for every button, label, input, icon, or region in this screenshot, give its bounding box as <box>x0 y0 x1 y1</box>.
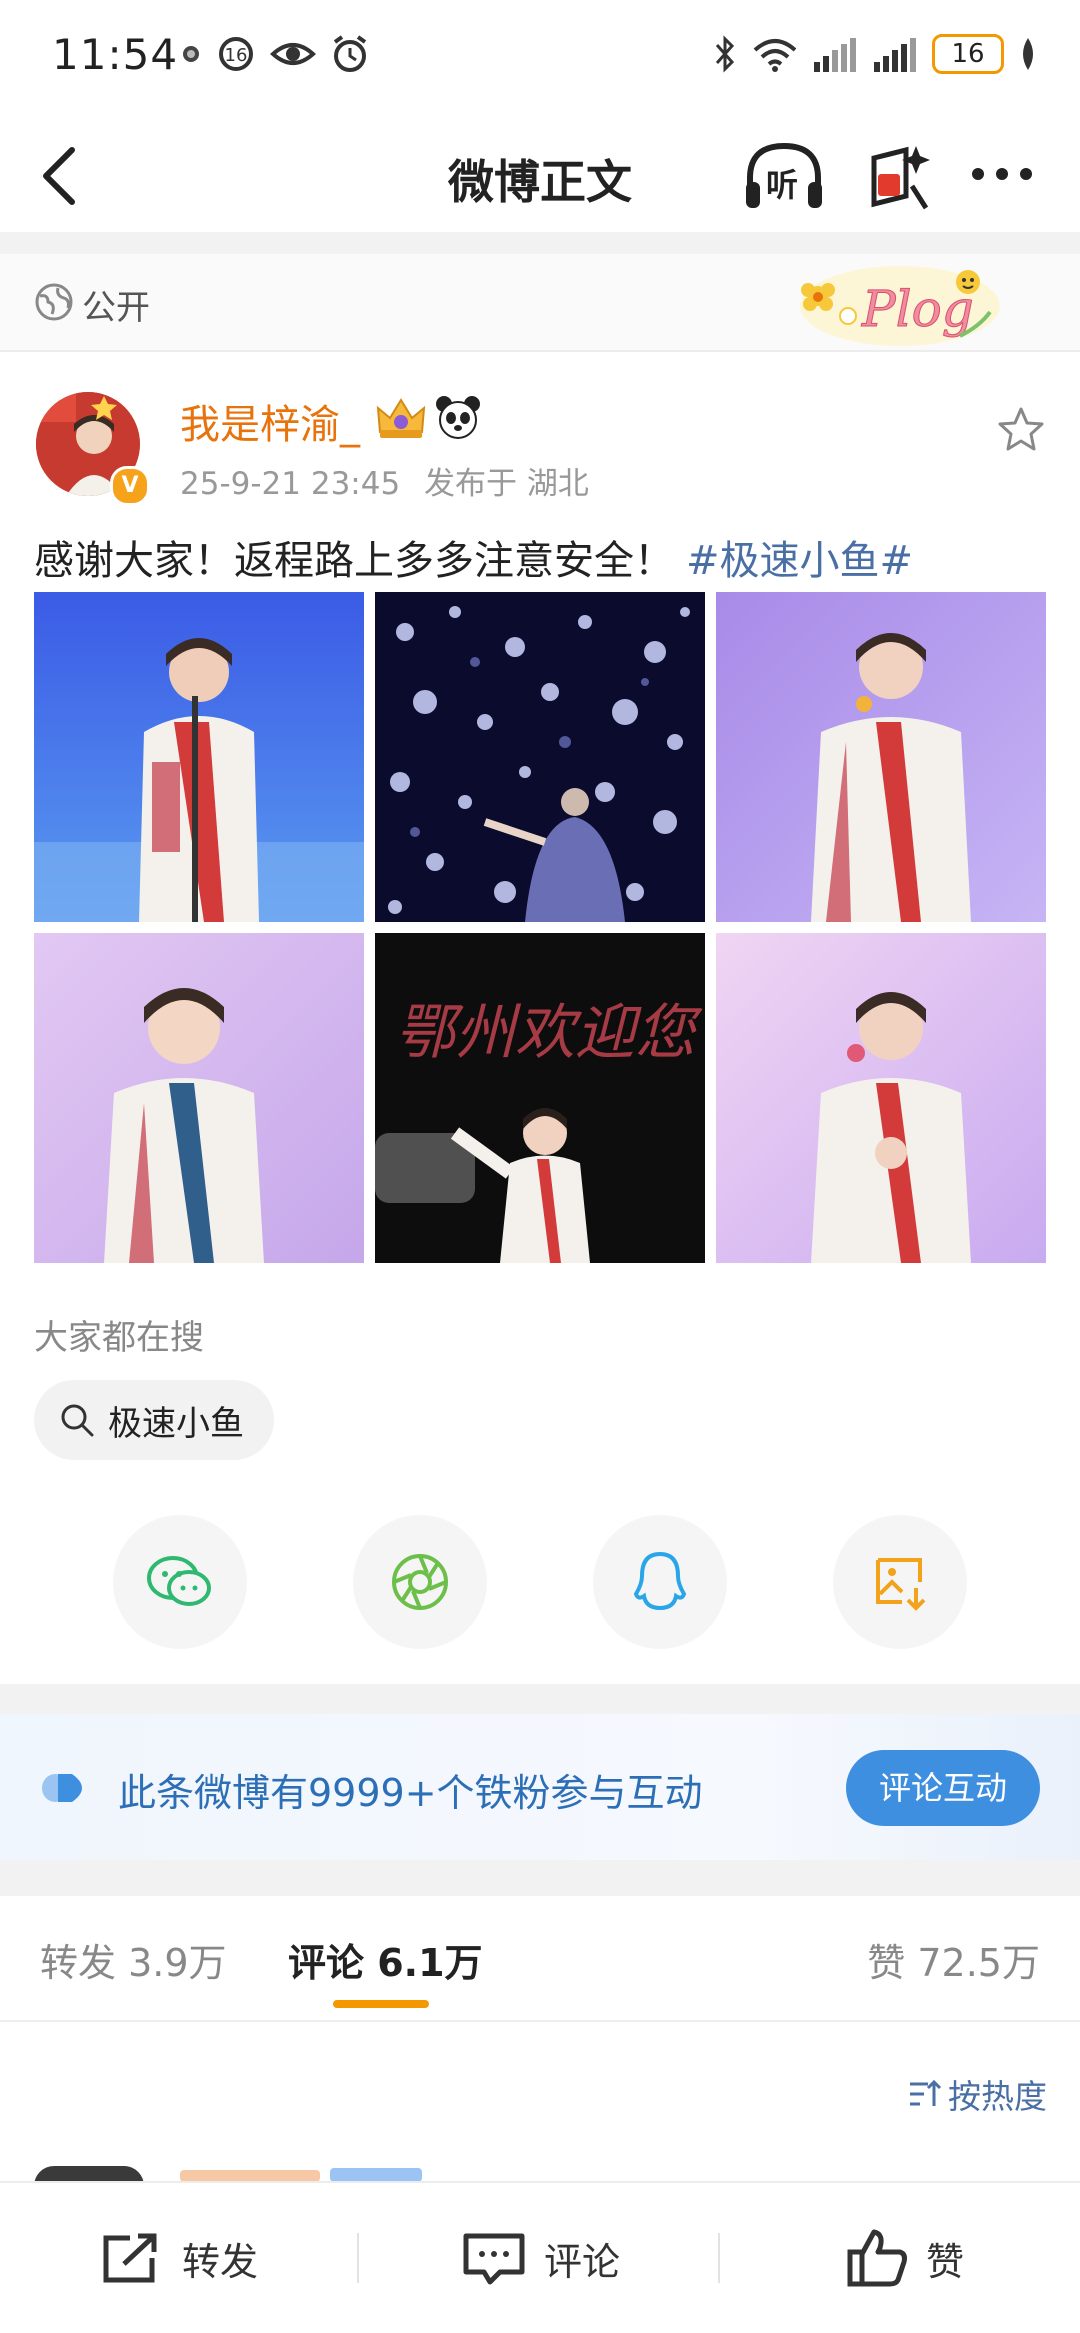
post-image-2-art <box>375 592 705 922</box>
share-qq-button[interactable] <box>593 1515 727 1649</box>
red-packet-sparkle-icon <box>871 146 930 210</box>
bluetooth-icon <box>715 35 735 73</box>
charging-leaf-icon <box>1023 38 1033 70</box>
repost-button[interactable]: 转发 <box>100 2183 258 2333</box>
visibility-label: 公开 <box>82 288 150 328</box>
divider <box>718 2233 720 2283</box>
globe-icon <box>35 283 73 321</box>
post-meta: 25-9-21 23:45 发布于 湖北 <box>180 458 589 503</box>
share-moments-button[interactable] <box>353 1515 487 1649</box>
divider <box>0 1860 1080 1896</box>
comment-interact-button[interactable]: 评论互动 <box>846 1750 1040 1826</box>
moments-icon <box>392 1554 448 1610</box>
battery-level: 16 <box>932 34 1004 74</box>
eye-icon <box>270 43 316 65</box>
fan-interaction-banner[interactable]: 此条微博有9999+个铁粉参与互动 评论互动 <box>0 1714 1080 1860</box>
post-body: 感谢大家！返程路上多多注意安全！ <box>34 538 674 584</box>
crown-badge-icon[interactable] <box>374 394 428 440</box>
search-chip[interactable]: 极速小鱼 <box>34 1380 274 1460</box>
tab-active-underline <box>333 2000 429 2008</box>
divider <box>357 2233 359 2283</box>
post-image-4-art <box>34 933 364 1263</box>
repost-label: 转发 <box>182 2239 259 2284</box>
post-image-5[interactable]: 鄂州欢迎您 <box>375 933 705 1263</box>
plog-decoration-icon: Plog <box>800 266 1000 346</box>
post-image-1-art <box>34 592 364 922</box>
post-image-1[interactable] <box>34 592 364 922</box>
post-image-6[interactable] <box>716 933 1046 1263</box>
post-text: 感谢大家！返程路上多多注意安全！ #极速小鱼# <box>34 528 913 586</box>
like-button[interactable]: 赞 <box>846 2183 964 2333</box>
listen-button[interactable]: 听 <box>742 138 826 214</box>
post-image-6-art <box>716 933 1046 1263</box>
plog-text: Plog <box>861 280 974 338</box>
post-image-3-art <box>716 592 1046 922</box>
app-notification-icon: 16 <box>219 37 253 71</box>
bottom-action-bar: 转发 评论 赞 <box>0 2181 1080 2333</box>
more-icon[interactable] <box>970 162 1034 186</box>
drone-show-text: 鄂州欢迎您 <box>395 998 703 1068</box>
qq-icon <box>633 1551 687 1611</box>
author-name[interactable]: 我是梓渝_ <box>180 392 360 450</box>
wifi-icon <box>753 39 797 72</box>
post-location: 发布于 湖北 <box>424 466 589 502</box>
sort-icon <box>910 2079 942 2106</box>
alarm-icon <box>333 35 367 72</box>
status-bar: 11:54 16 16 <box>0 0 1080 120</box>
tab-comment[interactable]: 评论 6.1万 <box>288 1932 483 1987</box>
divider <box>0 1684 1080 1714</box>
listen-label: 听 <box>766 166 799 204</box>
post-image-5-art: 鄂州欢迎您 <box>375 933 705 1263</box>
signal-icon-2 <box>874 38 916 72</box>
nav-bar: 微博正文 听 <box>0 120 1080 232</box>
comment-badge-partial <box>330 2168 422 2182</box>
share-wechat-button[interactable] <box>113 1515 247 1649</box>
save-image-icon <box>876 1558 926 1611</box>
comment-icon <box>463 2233 525 2285</box>
trending-search-label: 大家都在搜 <box>34 1318 204 1358</box>
post-timestamp: 25-9-21 23:45 <box>180 466 401 502</box>
tab-repost[interactable]: 转发 3.9万 <box>40 1932 227 1987</box>
thumbs-up-icon <box>847 2229 907 2287</box>
comment-label: 评论 <box>544 2239 621 2284</box>
save-image-button[interactable] <box>833 1515 967 1649</box>
sort-by-hot-button[interactable]: 按热度 <box>906 2070 1047 2118</box>
post-image-4[interactable] <box>34 933 364 1263</box>
status-left-icons: 16 <box>180 34 370 74</box>
fan-interaction-icon <box>42 1774 82 1802</box>
like-label: 赞 <box>926 2239 965 2284</box>
comment-button[interactable]: 评论 <box>462 2183 620 2333</box>
wechat-icon <box>147 1556 211 1606</box>
signal-icon-1 <box>814 38 856 72</box>
sort-label: 按热度 <box>948 2077 1047 2116</box>
panda-badge-icon[interactable] <box>434 394 482 440</box>
tab-like[interactable]: 赞 72.5万 <box>867 1932 1040 1987</box>
search-chip-label: 极速小鱼 <box>108 1403 244 1444</box>
post-hashtag[interactable]: #极速小鱼# <box>686 538 913 584</box>
status-time: 11:54 <box>52 30 179 79</box>
star-favorite-icon[interactable] <box>998 406 1044 452</box>
red-packet-button[interactable] <box>866 138 932 214</box>
repost-icon <box>103 2233 157 2283</box>
post-image-3[interactable] <box>716 592 1046 922</box>
svg-text:16: 16 <box>225 45 248 66</box>
verified-badge: V <box>110 466 150 506</box>
status-right-icons: 16 <box>712 34 1038 74</box>
notification-dot-icon <box>183 46 199 62</box>
divider <box>0 232 1080 254</box>
post-image-2[interactable] <box>375 592 705 922</box>
tab-bar: 转发 3.9万 评论 6.1万 赞 72.5万 <box>0 1896 1080 2022</box>
search-icon <box>61 1404 94 1437</box>
fan-banner-text: 此条微博有9999+个铁粉参与互动 <box>118 1771 703 1815</box>
